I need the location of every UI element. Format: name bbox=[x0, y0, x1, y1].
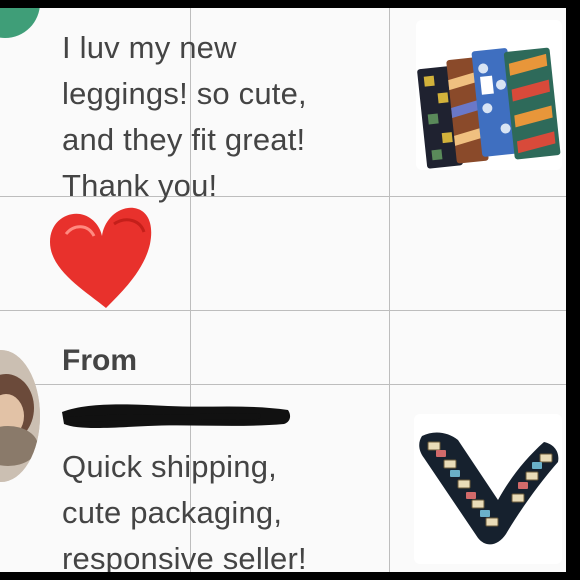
leggings-stack-image bbox=[417, 47, 561, 169]
from-label: From bbox=[62, 344, 137, 377]
grid-line bbox=[0, 384, 566, 385]
product-thumbnail[interactable] bbox=[414, 414, 562, 564]
review-text: I luv my new leggings! so cute, and they… bbox=[62, 30, 307, 203]
product-thumbnail[interactable] bbox=[416, 20, 562, 170]
person-photo bbox=[0, 350, 40, 482]
reviews-screen: I luv my new leggings! so cute, and they… bbox=[0, 8, 566, 572]
heart-sticker-icon bbox=[50, 207, 152, 308]
cassette-leggings-image bbox=[419, 432, 559, 545]
reviewer-avatar[interactable] bbox=[0, 8, 40, 38]
redacted-username bbox=[62, 404, 291, 428]
reviewer-avatar[interactable] bbox=[0, 350, 40, 482]
grid-line bbox=[389, 8, 390, 572]
review-text: Quick shipping, cute packaging, responsi… bbox=[62, 449, 307, 572]
